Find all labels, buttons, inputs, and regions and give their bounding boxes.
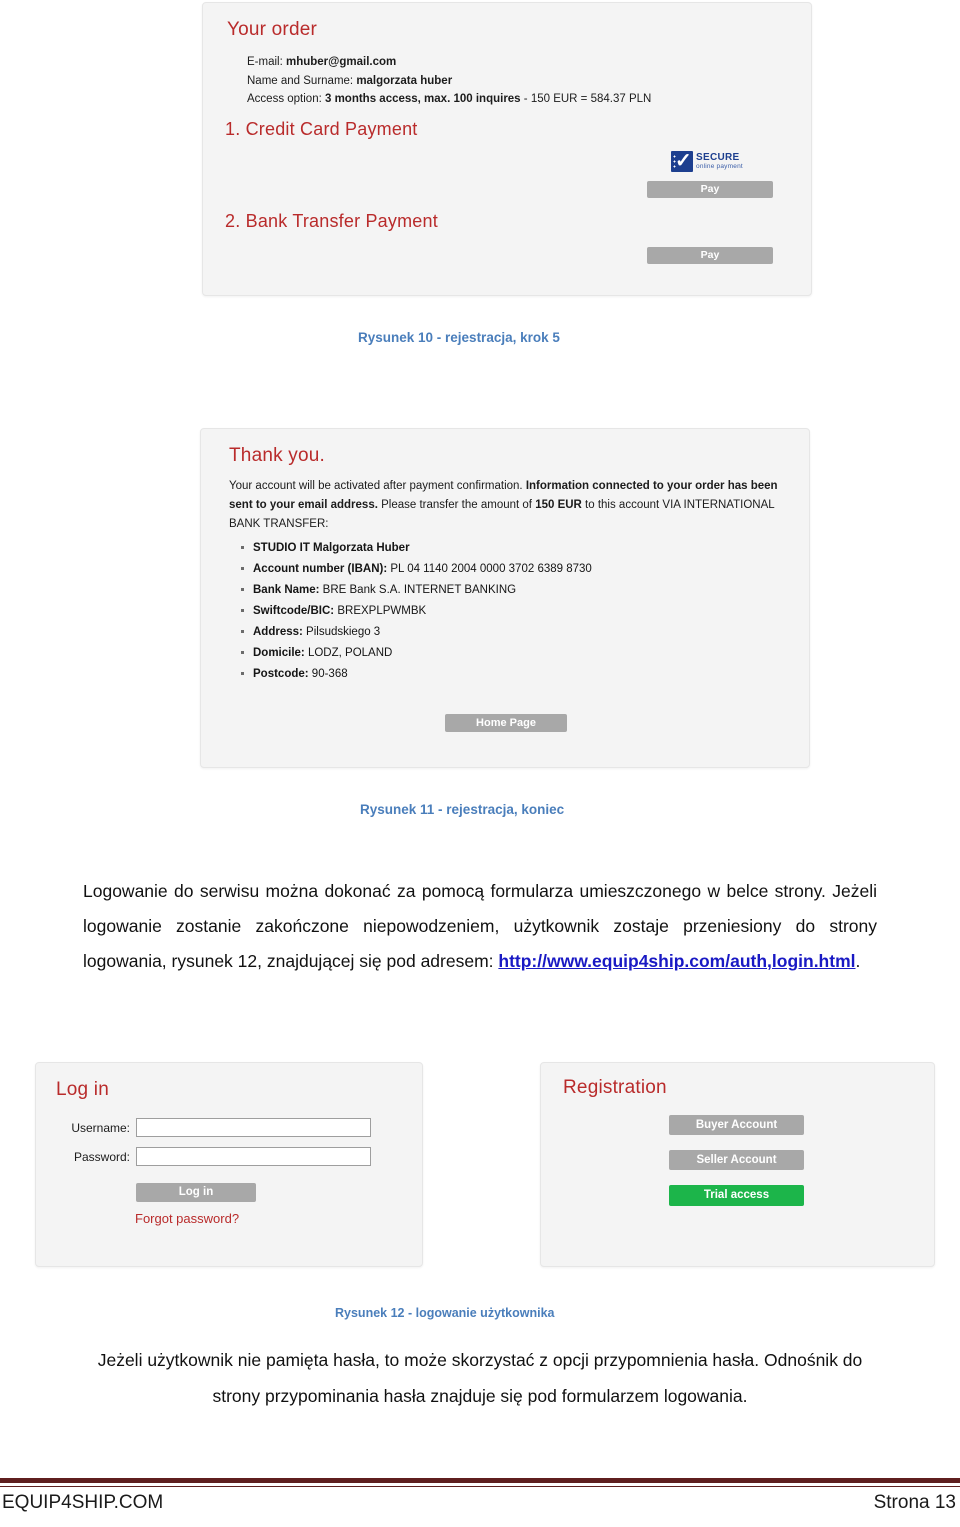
order-email-label: E-mail: [247,56,286,68]
figure-your-order-screenshot: Your order E-mail: mhuber@gmail.com Name… [202,2,812,296]
secure-online-payment-badge: ✓ SECURE online payment [671,151,743,172]
list-item: STUDIO IT Malgorzata Huber [239,541,592,555]
login-page-link[interactable]: http://www.equip4ship.com/auth,login.htm… [498,951,855,971]
home-page-button[interactable]: Home Page [445,714,567,732]
footer-page-number: Strona 13 [873,1492,956,1513]
bank-item-label: Address: [253,626,307,638]
thanks-text-2: Please transfer the amount of [377,499,536,511]
list-item: Domicile: LODZ, POLAND [239,646,592,660]
order-details-list: E-mail: mhuber@gmail.com Name and Surnam… [247,53,651,109]
bank-item-value: BRE Bank S.A. INTERNET BANKING [322,584,517,596]
bank-item-value: LODZ, POLAND [307,647,393,659]
thank-you-body-text: Your account will be activated after pay… [229,477,791,534]
bank-item-value: Pilsudskiego 3 [306,626,381,638]
order-detail-name: Name and Surname: malgorzata huber [247,72,651,91]
log-in-button[interactable]: Log in [136,1183,256,1202]
footer-divider [0,1478,960,1487]
registration-heading: Registration [563,1077,667,1098]
trial-access-button[interactable]: Trial access [669,1185,804,1206]
bank-item-label: Postcode: [253,668,312,680]
paragraph-1-period: . [855,951,861,971]
secure-badge-line1: SECURE [696,151,740,163]
list-item: Bank Name: BRE Bank S.A. INTERNET BANKIN… [239,583,592,597]
order-access-price: - 150 EUR = 584.37 PLN [520,93,652,105]
paragraph-login-description: Logowanie do serwisu można dokonać za po… [83,874,877,979]
username-input[interactable] [136,1118,371,1137]
password-label: Password: [73,1149,130,1164]
list-item: Swiftcode/BIC: BREXPLPWMBK [239,604,592,618]
thanks-text-bold-2: 150 EUR [535,499,582,511]
login-heading: Log in [56,1079,109,1100]
figure-caption-12: Rysunek 12 - logowanie użytkownika [335,1306,555,1320]
bank-item-value: PL 04 1140 2004 0000 3702 6389 8730 [390,563,592,575]
bank-details-list: STUDIO IT Malgorzata Huber Account numbe… [239,541,592,688]
pay-bank-transfer-button[interactable]: Pay [647,247,773,264]
pay-credit-card-button[interactable]: Pay [647,181,773,198]
secure-check-icon: ✓ [671,151,693,172]
bank-item-label: Domicile: [253,647,308,659]
paragraph-2-line-1: Jeżeli użytkownik nie pamięta hasła, to … [97,1350,760,1370]
paragraph-forgot-password-description: Jeżeli użytkownik nie pamięta hasła, to … [83,1342,877,1414]
list-item: Account number (IBAN): PL 04 1140 2004 0… [239,562,592,576]
username-label: Username: [71,1120,130,1135]
password-input[interactable] [136,1147,371,1166]
figure-registration-panel-screenshot: Registration Buyer Account Seller Accoun… [540,1062,935,1267]
order-access-value: 3 months access, max. 100 inquires [324,93,521,105]
figure-caption-11: Rysunek 11 - rejestracja, koniec [360,802,565,817]
credit-card-payment-heading: 1. Credit Card Payment [225,119,418,139]
thanks-text-1: Your account will be activated after pay… [229,480,526,492]
buyer-account-button[interactable]: Buyer Account [669,1115,804,1135]
thank-you-heading: Thank you. [229,445,325,466]
bank-item-label: STUDIO IT Malgorzata Huber [253,542,410,554]
bank-transfer-payment-heading: 2. Bank Transfer Payment [225,211,438,231]
document-page: { "figure_order": { "title": "Your order… [0,0,960,1527]
figure-login-form-screenshot: Log in Username: Password: Log in Forgot… [35,1062,423,1267]
order-name-label: Name and Surname: [247,74,357,87]
your-order-heading: Your order [227,19,318,40]
secure-badge-line2: online payment [696,162,743,170]
bank-item-value: BREXPLPWMBK [337,605,427,617]
order-access-label: Access option: [247,93,325,105]
footer-site-name: EQUIP4SHIP.COM [2,1492,164,1513]
figure-caption-10: Rysunek 10 - rejestracja, krok 5 [358,330,560,345]
username-row: Username: [54,1118,371,1137]
bank-item-value: 90-368 [311,668,348,680]
order-detail-access: Access option: 3 months access, max. 100… [247,90,651,109]
bank-item-label: Account number (IBAN): [253,563,391,575]
list-item: Postcode: 90-368 [239,667,592,681]
order-email-value: mhuber@gmail.com [285,56,397,68]
list-item: Address: Pilsudskiego 3 [239,625,592,639]
password-row: Password: [54,1147,371,1166]
figure-thank-you-screenshot: Thank you. Your account will be activate… [200,428,810,768]
order-name-value: malgorzata huber [356,74,453,87]
forgot-password-link[interactable]: Forgot password? [135,1211,239,1226]
bank-item-label: Bank Name: [253,584,323,596]
bank-item-label: Swiftcode/BIC: [253,605,338,617]
seller-account-button[interactable]: Seller Account [669,1150,804,1170]
order-detail-email: E-mail: mhuber@gmail.com [247,53,651,72]
